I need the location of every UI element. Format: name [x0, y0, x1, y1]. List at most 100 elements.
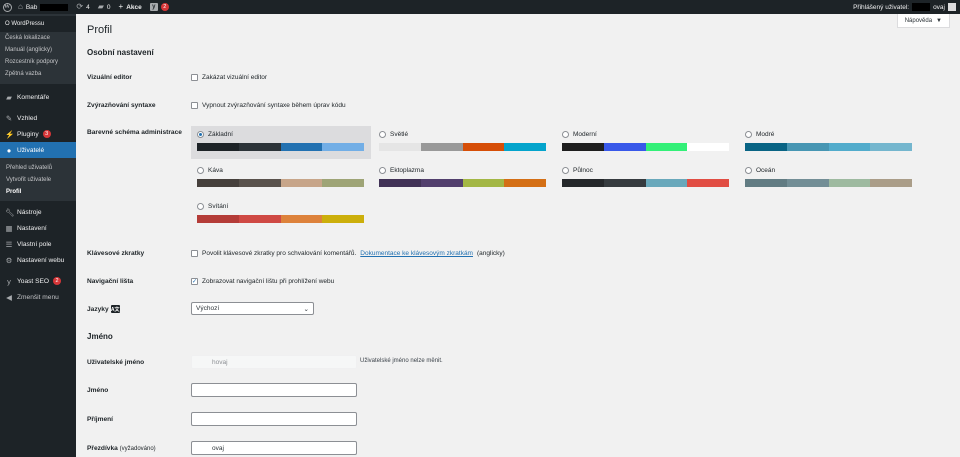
color-scheme-radio[interactable]: [562, 131, 569, 138]
color-scheme-name: Ektoplazma: [390, 167, 424, 174]
comments-count: 0: [106, 3, 111, 11]
color-swatches: [197, 179, 364, 187]
color-swatch: [645, 143, 688, 151]
sidebar-item-custom-fields[interactable]: ☰ Vlastní pole: [0, 236, 76, 252]
home-icon: ⌂: [18, 2, 23, 11]
show-toolbar-checkbox[interactable]: ✓: [191, 278, 198, 285]
color-scheme-option[interactable]: Moderní: [556, 126, 736, 159]
color-scheme-radio[interactable]: [745, 167, 752, 174]
color-swatch: [645, 179, 688, 187]
color-scheme-radio[interactable]: [562, 167, 569, 174]
sidebar-item-plugins[interactable]: ⚡ Pluginy 3: [0, 126, 76, 142]
personal-settings-heading: Osobní nastavení: [87, 48, 154, 57]
sidebar-item-site-settings[interactable]: ⚙ Nastavení webu: [0, 252, 76, 268]
site-name-link[interactable]: ⌂ Bab: [14, 0, 72, 14]
first-name-input[interactable]: [191, 383, 357, 397]
color-scheme-radio[interactable]: [197, 131, 204, 138]
help-button[interactable]: Nápověda ▼: [896, 14, 950, 28]
last-name-input[interactable]: [191, 412, 357, 426]
first-name-label: Jméno: [87, 387, 109, 394]
submenu-item-feedback[interactable]: Zpětná vazba: [0, 68, 76, 80]
new-content-link[interactable]: + Akce: [115, 0, 146, 14]
collapse-menu-button[interactable]: ◀ Zmenšit menu: [0, 289, 76, 305]
disable-visual-editor-checkbox[interactable]: [191, 74, 198, 81]
color-scheme-name: Světlé: [390, 131, 409, 138]
sidebar-item-label: Vlastní pole: [17, 240, 52, 248]
color-swatch: [197, 179, 239, 187]
sidebar-item-comments[interactable]: ▰ Komentáře: [0, 89, 76, 105]
submenu-item-manual[interactable]: Manuál (anglicky): [0, 44, 76, 56]
sidebar-item-label: Komentáře: [17, 93, 50, 101]
name-heading: Jméno: [87, 332, 113, 341]
visual-editor-label: Vizuální editor: [87, 74, 132, 81]
color-scheme-option[interactable]: Modré: [739, 126, 919, 159]
color-scheme-radio[interactable]: [379, 167, 386, 174]
page-title: Profil: [87, 24, 113, 36]
color-swatch: [379, 179, 421, 187]
color-scheme-radio[interactable]: [379, 131, 386, 138]
color-swatch: [197, 215, 239, 223]
sidebar-item-yoast[interactable]: y Yoast SEO 2: [0, 273, 76, 289]
color-scheme-header: Základní: [197, 130, 365, 139]
visual-editor-option[interactable]: Zakázat vizuální editor: [191, 74, 267, 81]
syntax-highlighting-label: Zvýrazňování syntaxe: [87, 102, 156, 109]
sidebar-item-tools[interactable]: 🔧︎ Nástroje: [0, 204, 76, 220]
color-scheme-option[interactable]: Káva: [191, 162, 371, 195]
submenu-item-about[interactable]: O WordPressu: [0, 16, 76, 32]
color-swatches: [562, 179, 729, 187]
wordpress-submenu: O WordPressu Česká lokalizace Manuál (an…: [0, 14, 76, 84]
my-account-menu[interactable]: Přihlášený uživatel: ovaj: [853, 0, 960, 14]
color-scheme-option[interactable]: Světlé: [373, 126, 553, 159]
account-username: ovaj: [933, 3, 945, 11]
submenu-item-add-user[interactable]: Vytvořit uživatele: [0, 174, 76, 186]
syntax-highlighting-option[interactable]: Vypnout zvýrazňování syntaxe během úprav…: [191, 102, 346, 109]
color-swatch: [603, 179, 646, 187]
language-select-value: Výchozí: [196, 305, 220, 312]
shortcuts-documentation-link[interactable]: Dokumentace ke klávesovým zkratkám: [360, 250, 473, 257]
color-scheme-option[interactable]: Oceán: [739, 162, 919, 195]
color-scheme-option[interactable]: Ektoplazma: [373, 162, 553, 195]
color-swatch: [687, 179, 729, 187]
color-swatch: [238, 143, 281, 151]
color-scheme-radio[interactable]: [197, 167, 204, 174]
color-swatches: [379, 143, 546, 151]
sidebar-item-appearance[interactable]: ✎ Vzhled: [0, 110, 76, 126]
color-scheme-option[interactable]: Svítání: [191, 198, 371, 231]
wordpress-logo-button[interactable]: W: [0, 0, 14, 14]
admin-sidebar: O WordPressu Česká lokalizace Manuál (an…: [0, 14, 76, 457]
toolbar-option[interactable]: ✓ Zobrazovat navigační lištu při prohlíž…: [191, 278, 334, 285]
color-scheme-header: Moderní: [562, 130, 730, 139]
keyboard-shortcuts-option[interactable]: Povolit klávesové zkratky pro schvalován…: [191, 250, 505, 257]
yoast-notification-badge: 2: [160, 3, 169, 11]
submenu-item-support[interactable]: Rozcestník podpory: [0, 56, 76, 68]
sidebar-item-users[interactable]: ● Uživatelé: [0, 142, 76, 158]
comments-link[interactable]: ▰ 0: [94, 0, 115, 14]
color-scheme-option[interactable]: Základní: [191, 126, 371, 159]
dropdown-arrow-icon: ▼: [936, 17, 942, 24]
color-scheme-radio[interactable]: [197, 203, 204, 210]
color-swatch: [322, 143, 364, 151]
yoast-menu[interactable]: y 2: [146, 0, 173, 14]
color-scheme-radio[interactable]: [745, 131, 752, 138]
color-swatch: [786, 143, 829, 151]
greeting-text: Přihlášený uživatel:: [853, 3, 910, 11]
color-scheme-name: Moderní: [573, 131, 597, 138]
site-name: Bab: [25, 3, 38, 11]
disable-syntax-highlighting-checkbox[interactable]: [191, 102, 198, 109]
color-swatches: [197, 215, 364, 223]
color-swatch: [687, 143, 729, 151]
submenu-item-all-users[interactable]: Přehled uživatelů: [0, 162, 76, 174]
submenu-item-czech-localization[interactable]: Česká lokalizace: [0, 32, 76, 44]
color-scheme-label: Barevné schéma administrace: [87, 129, 182, 136]
sidebar-item-settings[interactable]: ▦ Nastavení: [0, 220, 76, 236]
nickname-input[interactable]: ovaj: [191, 441, 357, 455]
sidebar-item-label: Yoast SEO: [17, 277, 50, 285]
language-select[interactable]: Výchozí ⌄: [191, 302, 314, 315]
keyboard-shortcuts-checkbox[interactable]: [191, 250, 198, 257]
color-swatches: [197, 143, 364, 151]
color-scheme-name: Oceán: [756, 167, 776, 174]
color-scheme-option[interactable]: Půlnoc: [556, 162, 736, 195]
color-scheme-name: Svítání: [208, 203, 229, 210]
updates-link[interactable]: ⟳ 4: [72, 0, 93, 14]
submenu-item-profile[interactable]: Profil: [0, 186, 76, 198]
